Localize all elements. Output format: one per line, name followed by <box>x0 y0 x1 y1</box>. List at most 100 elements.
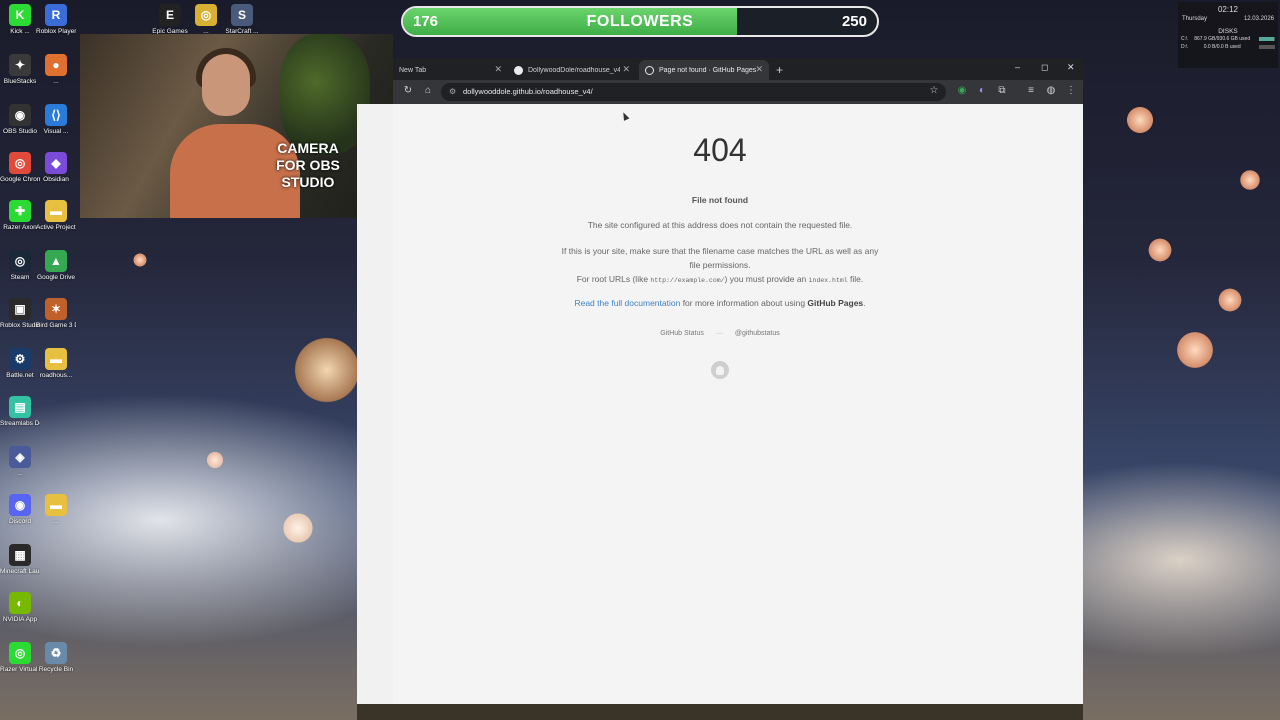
error-hint-line2: file permissions. <box>689 260 751 270</box>
app-icon: ● <box>45 54 67 76</box>
desktop-icon[interactable]: ◎ Steam <box>0 250 40 282</box>
index-html-code: index.html <box>808 277 848 284</box>
app-icon: ⟨⟩ <box>45 104 67 126</box>
desktop-icon[interactable]: K Kick ... <box>0 4 40 36</box>
tab-github-repo[interactable]: DollywoodDole/roadhouse_v4 ✕ <box>508 60 636 80</box>
clock-date: 12.03.2026 <box>1243 16 1274 22</box>
new-tab-button[interactable]: + <box>776 63 783 77</box>
system-widget: 02:12 Thursday 12.03.2026 DISKS C:\ 867.… <box>1178 2 1278 68</box>
app-icon: ◎ <box>9 152 31 174</box>
page-background <box>393 104 1083 704</box>
desktop-icon[interactable]: ◈... <box>0 446 40 478</box>
camera-label: CAMERA FOR OBS STUDIO <box>276 140 340 190</box>
grammarly-extension-icon[interactable]: ◉ <box>956 85 968 97</box>
desktop-icon[interactable]: ✶ Bird Game 3 Demo <box>36 298 76 330</box>
desktop-icon[interactable]: ◐ NVIDIA App <box>0 592 40 624</box>
desktop-icon[interactable]: ▣ Roblox Studio <box>0 298 40 330</box>
tab-new-tab[interactable]: New Tab ✕ <box>393 60 508 80</box>
home-icon[interactable]: ⌂ <box>422 85 434 97</box>
app-icon: ◎ <box>9 642 31 664</box>
minimize-button[interactable]: – <box>1015 62 1020 72</box>
desktop-icon-label: Discord <box>8 518 32 525</box>
browser-page: 404 File not found The site configured a… <box>357 104 1083 704</box>
desktop-icon[interactable]: ◎... <box>186 4 226 36</box>
desktop-icon[interactable]: ◉ Discord <box>0 494 40 526</box>
tab-page-not-found[interactable]: Page not found · GitHub Pages ✕ <box>639 60 769 80</box>
desktop-icon-label: Bird Game 3 Demo <box>36 322 76 329</box>
tab-close-icon[interactable]: ✕ <box>755 64 763 75</box>
app-icon: ▲ <box>45 250 67 272</box>
documentation-link[interactable]: Read the full documentation <box>574 298 680 308</box>
drive-usage-bar <box>1258 37 1275 41</box>
githubstatus-link[interactable]: @githubstatus <box>735 330 780 337</box>
close-window-button[interactable]: ✕ <box>1067 62 1075 73</box>
desktop-icon-label: roadhous... <box>39 372 73 379</box>
app-icon: ◐ <box>9 592 31 614</box>
app-icon: ✶ <box>45 298 67 320</box>
streamer <box>170 48 300 218</box>
desktop-icon[interactable]: R Roblox Player <box>36 4 76 36</box>
app-icon: ◎ <box>9 250 31 272</box>
extensions-puzzle-icon[interactable]: ⧉ <box>996 85 1008 97</box>
app-icon: R <box>45 4 67 26</box>
desktop-icon-label: Roblox Studio <box>0 322 40 329</box>
desktop-icon-label: BlueStacks <box>3 78 37 85</box>
documentation-mid: for more information about using <box>680 298 808 308</box>
root-url-hint: For root URLs (like http://example.com/)… <box>357 274 1083 284</box>
tab-title: DollywoodDole/roadhouse_v4 <box>528 66 620 74</box>
desktop-icon[interactable]: ▬ Active Projects <box>36 200 76 232</box>
followers-title: FOLLOWERS <box>586 13 694 30</box>
app-icon: ▬ <box>45 494 67 516</box>
github-pages-strong: GitHub Pages <box>807 298 864 308</box>
reload-icon[interactable]: ↻ <box>402 85 414 97</box>
tab-strip: New Tab ✕ DollywoodDole/roadhouse_v4 ✕ P… <box>393 58 1083 80</box>
github-status-link[interactable]: GitHub Status <box>660 330 704 337</box>
extension-icon[interactable]: ◐ <box>976 85 988 97</box>
desktop-icon-label: Google Drive <box>37 274 75 281</box>
desktop-icon-label: Recycle Bin <box>38 666 74 673</box>
desktop-icon[interactable]: ▤ Streamlabs Desktop <box>0 396 40 428</box>
tab-close-icon[interactable]: ✕ <box>622 64 630 75</box>
error-heading: File not found <box>691 195 749 205</box>
disks-title: DISKS <box>1218 28 1238 35</box>
github-octocat-icon[interactable] <box>711 361 729 379</box>
desktop-icon[interactable]: ⚙ Battle.net <box>0 348 40 380</box>
desktop-icon[interactable]: ▲ Google Drive <box>36 250 76 282</box>
maximize-button[interactable]: ◻ <box>1041 62 1048 73</box>
desktop-icon[interactable]: E Epic Games <box>150 4 190 36</box>
error-hint: If this is your site, make sure that the… <box>357 244 1083 272</box>
desktop-icon[interactable]: S StarCraft ... <box>222 4 262 36</box>
desktop-icon[interactable]: ▬ roadhous... <box>36 348 76 380</box>
app-icon: ⚙ <box>9 348 31 370</box>
desktop-icon-label: Razer Axon <box>3 224 37 231</box>
site-info-icon[interactable]: ⚙ <box>449 83 456 101</box>
desktop-icon-label: Visual ... <box>43 128 69 135</box>
drive-usage-bar <box>1259 45 1275 49</box>
app-icon: ♻ <box>45 642 67 664</box>
desktop-icon[interactable]: ✦ BlueStacks <box>0 54 40 86</box>
address-bar[interactable]: ⚙ dollywooddole.github.io/roadhouse_v4/ <box>441 83 946 101</box>
desktop-icon-label: Google Chrome <box>0 176 40 183</box>
bookmark-star-icon[interactable]: ☆ <box>928 85 940 97</box>
app-icon: ▤ <box>9 396 31 418</box>
desktop-icon[interactable]: ⟨⟩ Visual ... <box>36 104 76 136</box>
tab-close-icon[interactable]: ✕ <box>494 64 502 75</box>
desktop-icon-label: Active Projects <box>36 224 76 231</box>
desktop-icon[interactable]: ▦ Minecraft Launcher <box>0 544 40 576</box>
reading-list-icon[interactable]: ≡ <box>1025 85 1037 97</box>
desktop-icon[interactable]: ♻ Recycle Bin <box>36 642 76 674</box>
desktop-icon[interactable]: ◎ Google Chrome <box>0 152 40 184</box>
app-icon: ◆ <box>45 152 67 174</box>
desktop-icon[interactable]: ◉ OBS Studio <box>0 104 40 136</box>
desktop-icon[interactable]: ◎ Razer Virtual ... <box>0 642 40 674</box>
window-bottom-edge <box>357 704 1083 720</box>
profile-icon[interactable]: ◍ <box>1045 85 1057 97</box>
clock-date-row: Thursday 12.03.2026 <box>1178 14 1278 24</box>
app-icon: ◈ <box>9 446 31 468</box>
desktop-icon[interactable]: ▬... <box>36 494 76 526</box>
drive-row: C:\ 867.9 GB/930.6 GB used <box>1178 35 1278 43</box>
desktop-icon[interactable]: ●... <box>36 54 76 86</box>
desktop-icon[interactable]: ✚ Razer Axon <box>0 200 40 232</box>
menu-icon[interactable]: ⋮ <box>1065 85 1077 97</box>
desktop-icon[interactable]: ◆ Obsidian <box>36 152 76 184</box>
